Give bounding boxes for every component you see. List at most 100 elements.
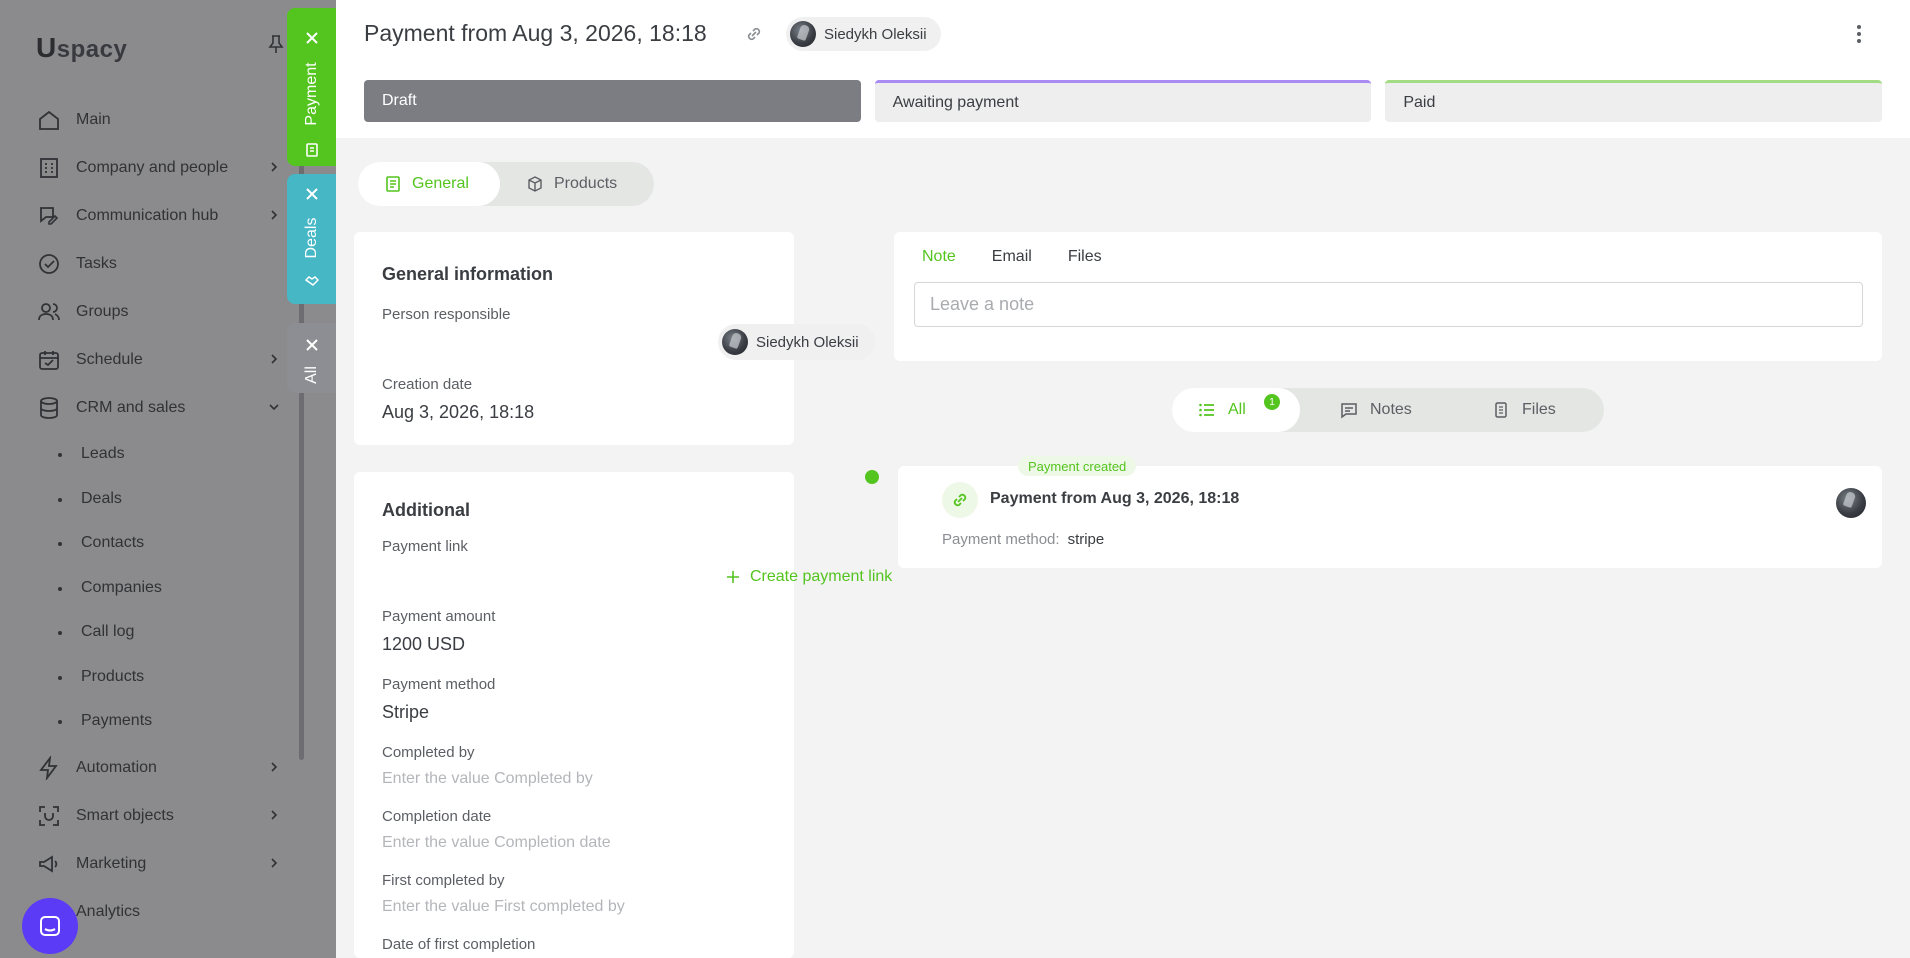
- creation-date-label: Creation date: [382, 376, 473, 393]
- app-logo: Uspacy: [36, 32, 128, 63]
- person-responsible-label: Person responsible: [382, 306, 511, 323]
- stage-draft[interactable]: Draft: [364, 80, 861, 122]
- completed-by-label: Completed by: [382, 744, 475, 761]
- stage-pipeline: Draft Awaiting payment Paid: [364, 80, 1883, 122]
- chevron-right-icon: [271, 162, 278, 172]
- sidebar-item-automation[interactable]: Automation: [36, 744, 286, 792]
- chevron-right-icon: [271, 857, 278, 868]
- sidebar-item-communication-hub[interactable]: Communication hub: [36, 192, 286, 240]
- chevron-right-icon: [271, 354, 278, 364]
- receipt-icon: [306, 143, 318, 157]
- check-circle-icon: [36, 251, 62, 277]
- chat-icon: [40, 916, 60, 936]
- creation-date-value: Aug 3, 2026, 18:18: [382, 402, 535, 422]
- avatar: [790, 21, 816, 47]
- side-tab-all[interactable]: All: [287, 323, 337, 393]
- close-icon[interactable]: [304, 337, 320, 353]
- owner-chip[interactable]: Siedykh Oleksii: [786, 17, 941, 51]
- stage-awaiting-payment[interactable]: Awaiting payment: [874, 80, 1372, 122]
- tab-general[interactable]: General: [358, 162, 500, 206]
- close-icon[interactable]: [304, 30, 320, 46]
- event-type-badge: Payment created: [1018, 456, 1137, 476]
- sidebar: Uspacy Main Company and people Communica…: [0, 0, 336, 958]
- sidebar-subitem-payments[interactable]: Payments: [36, 699, 286, 744]
- event-payment-method: Payment method: stripe: [942, 531, 1105, 548]
- more-options-icon[interactable]: [1856, 24, 1862, 44]
- sidebar-item-crm-and-sales[interactable]: CRM and sales: [36, 384, 286, 432]
- sidebar-item-tasks[interactable]: Tasks: [36, 240, 286, 288]
- box-icon: [528, 176, 542, 192]
- sidebar-item-schedule[interactable]: Schedule: [36, 336, 286, 384]
- sidebar-subitem-call-log[interactable]: Call log: [36, 610, 286, 655]
- count-badge: 1: [1264, 394, 1280, 410]
- chevron-right-icon: [271, 761, 278, 772]
- users-icon: [36, 299, 62, 325]
- note-input[interactable]: [914, 282, 1863, 327]
- sidebar-item-company-and-people[interactable]: Company and people: [36, 144, 286, 192]
- person-responsible-chip[interactable]: Siedykh Oleksii: [718, 324, 875, 360]
- timeline-event[interactable]: Payment created Payment from Aug 3, 2026…: [898, 456, 1882, 568]
- database-icon: [36, 395, 62, 421]
- side-tab-label: Payment: [303, 62, 320, 126]
- payment-amount-value: 1200 USD: [382, 634, 466, 654]
- view-tabs: General Products: [358, 162, 654, 206]
- sidebar-subitem-products[interactable]: Products: [36, 655, 286, 700]
- avatar: [1836, 488, 1866, 518]
- close-icon[interactable]: [304, 186, 320, 202]
- pin-icon[interactable]: [268, 34, 284, 54]
- sidebar-subitem-deals[interactable]: Deals: [36, 477, 286, 522]
- megaphone-icon: [36, 851, 62, 877]
- sidebar-item-marketing[interactable]: Marketing: [36, 840, 286, 888]
- link-icon[interactable]: [744, 24, 764, 44]
- message-icon: [1341, 403, 1357, 419]
- feed-filter: All 1 Notes Files: [1172, 388, 1604, 432]
- payment-link-label: Payment link: [382, 538, 468, 555]
- side-tab-label: All: [303, 366, 320, 384]
- sidebar-item-smart-objects[interactable]: Smart objects: [36, 792, 286, 840]
- payment-link-icon: [942, 482, 978, 518]
- page-title: Payment from Aug 3, 2026, 18:18: [364, 20, 707, 46]
- scan-icon: [36, 803, 62, 829]
- sidebar-item-groups[interactable]: Groups: [36, 288, 286, 336]
- filter-all[interactable]: All 1: [1172, 388, 1300, 432]
- panel-header: Payment from Aug 3, 2026, 18:18 Siedykh …: [336, 0, 1910, 138]
- chevron-right-icon: [271, 210, 278, 220]
- building-icon: [36, 155, 62, 181]
- chat-edit-icon: [36, 203, 62, 229]
- file-icon: [1495, 402, 1507, 418]
- support-chat-button[interactable]: [22, 898, 78, 954]
- filter-files[interactable]: Files: [1492, 388, 1556, 432]
- chevron-down-icon: [269, 404, 279, 411]
- sidebar-subitem-contacts[interactable]: Contacts: [36, 521, 286, 566]
- payment-method-label: Payment method: [382, 676, 496, 693]
- avatar: [722, 329, 748, 355]
- first-completion-date-label: Date of first completion: [382, 936, 536, 953]
- chevron-right-icon: [271, 809, 278, 820]
- create-payment-link-button[interactable]: Create payment link: [726, 568, 892, 586]
- sidebar-subitem-companies[interactable]: Companies: [36, 566, 286, 611]
- sidebar-subitem-leads[interactable]: Leads: [36, 432, 286, 477]
- composer-tab-files[interactable]: Files: [1068, 248, 1102, 266]
- sidebar-item-main[interactable]: Main: [36, 96, 286, 144]
- tab-products[interactable]: Products: [506, 162, 654, 206]
- card-title: General information: [382, 264, 554, 284]
- first-completed-by-field[interactable]: Enter the value First completed by: [382, 898, 625, 916]
- payment-amount-label: Payment amount: [382, 608, 496, 625]
- document-icon: [386, 176, 400, 192]
- completed-by-field[interactable]: Enter the value Completed by: [382, 770, 593, 788]
- sidebar-nav: Main Company and people Communication hu…: [36, 96, 286, 936]
- calendar-icon: [36, 347, 62, 373]
- composer-tab-note[interactable]: Note: [922, 248, 956, 266]
- payment-panel: Payment from Aug 3, 2026, 18:18 Siedykh …: [336, 0, 1910, 958]
- note-composer: Note Email Files: [894, 232, 1882, 361]
- payment-method-value: Stripe: [382, 702, 430, 722]
- side-tab-deals[interactable]: Deals: [287, 174, 337, 304]
- composer-tab-email[interactable]: Email: [992, 248, 1032, 266]
- completion-date-field[interactable]: Enter the value Completion date: [382, 834, 611, 852]
- card-title: Additional: [382, 500, 470, 520]
- filter-notes[interactable]: Notes: [1340, 388, 1412, 432]
- stage-paid[interactable]: Paid: [1385, 80, 1883, 122]
- side-tab-payment[interactable]: Payment: [287, 8, 337, 166]
- list-icon: [1199, 403, 1214, 417]
- plus-icon: [727, 571, 739, 583]
